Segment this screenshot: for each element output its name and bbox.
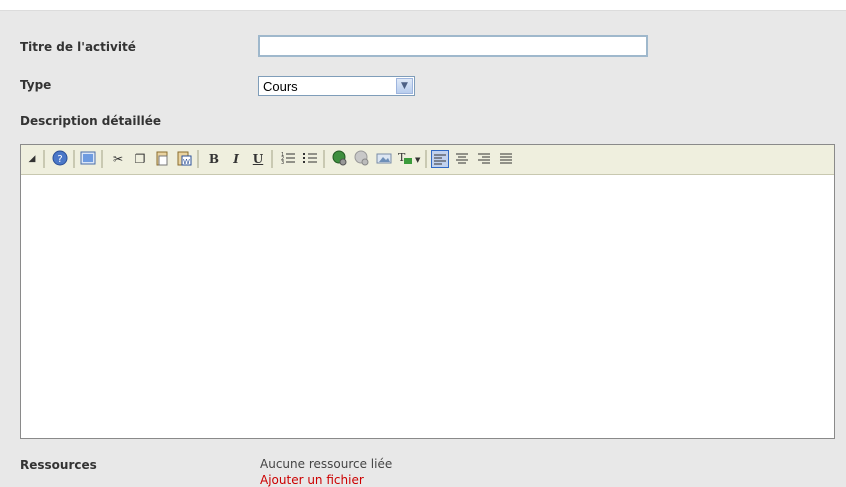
toolbar-separator [73,150,75,168]
toolbar-separator [425,150,427,168]
paste-icon[interactable] [153,150,171,168]
toolbar-separator [197,150,199,168]
justify-icon[interactable] [497,150,515,168]
top-bar [0,0,846,11]
unlink-icon[interactable] [353,150,371,168]
align-center-icon[interactable] [453,150,471,168]
toolbar-separator [101,150,103,168]
type-select[interactable]: Cours ▼ [258,76,415,96]
svg-text:▼: ▼ [415,156,421,164]
resources-value: Aucune ressource liée [260,457,393,471]
svg-text:3: 3 [281,160,284,166]
help-icon[interactable]: ? [51,150,69,168]
source-icon[interactable] [79,150,97,168]
bold-icon[interactable]: B [205,150,223,168]
type-label: Type [20,78,52,92]
title-input[interactable] [258,35,648,57]
rich-text-editor: ◢ ? ✂ ❐ W B I U 123 T ▼ [20,144,835,439]
chevron-down-icon[interactable]: ▼ [396,78,413,94]
text-color-icon[interactable]: T ▼ [397,150,421,168]
title-label: Titre de l'activité [20,40,136,54]
editor-toolbar: ◢ ? ✂ ❐ W B I U 123 T ▼ [21,145,834,175]
align-left-icon[interactable] [431,150,449,168]
collapse-icon[interactable]: ◢ [23,150,41,168]
ordered-list-icon[interactable]: 123 [279,150,297,168]
paste-word-icon[interactable]: W [175,150,193,168]
svg-text:W: W [183,158,190,166]
toolbar-separator [323,150,325,168]
link-icon[interactable] [331,150,349,168]
underline-icon[interactable]: U [249,150,267,168]
svg-text:?: ? [57,154,62,165]
cut-icon[interactable]: ✂ [109,150,127,168]
resources-label: Ressources [20,458,97,472]
toolbar-separator [271,150,273,168]
type-select-value: Cours [263,79,298,94]
align-right-icon[interactable] [475,150,493,168]
toolbar-separator [43,150,45,168]
editor-content-area[interactable] [21,175,834,438]
copy-icon[interactable]: ❐ [131,150,149,168]
image-icon[interactable] [375,150,393,168]
italic-icon[interactable]: I [227,150,245,168]
add-file-link[interactable]: Ajouter un fichier [260,473,364,487]
description-label: Description détaillée [20,114,161,128]
unordered-list-icon[interactable] [301,150,319,168]
